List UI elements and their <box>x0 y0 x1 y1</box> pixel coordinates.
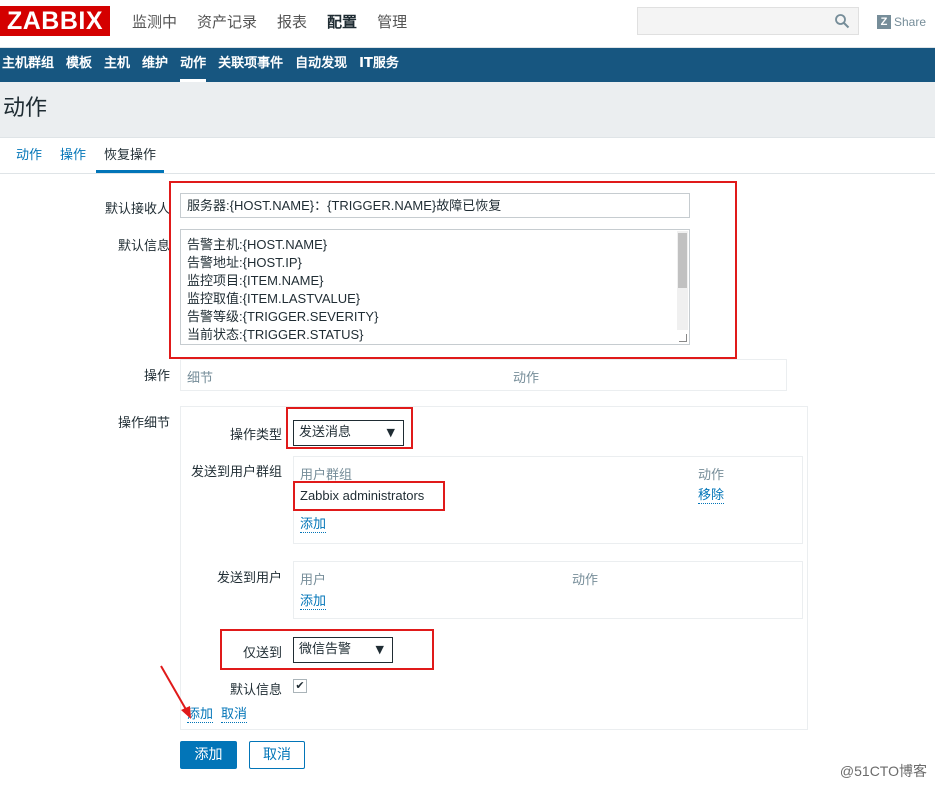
subnav-correlation[interactable]: 关联项事件 <box>218 48 289 82</box>
subnav-host-groups[interactable]: 主机群组 <box>0 48 60 82</box>
operations-label: 操作 <box>143 369 170 384</box>
send-to-users-label: 发送到用户 <box>216 571 282 586</box>
op-type-value: 发送消息 <box>299 425 352 440</box>
users-table: 用户 动作 添加 <box>293 561 803 619</box>
op-details-label: 操作细节 <box>117 416 170 431</box>
menu-configuration[interactable]: 配置 <box>317 0 367 44</box>
menu-reports[interactable]: 报表 <box>267 0 317 44</box>
operations-table: 细节 动作 <box>180 359 787 391</box>
message-line: 当前状态:{TRIGGER.STATUS} <box>187 327 364 342</box>
add-button[interactable]: 添加 <box>180 741 237 769</box>
tab-action[interactable]: 动作 <box>8 138 50 173</box>
subnav-maintenance[interactable]: 维护 <box>142 48 174 82</box>
annotation-arrow-icon <box>160 665 191 719</box>
add-user-link[interactable]: 添加 <box>300 594 327 610</box>
menu-inventory[interactable]: 资产记录 <box>187 0 267 44</box>
message-line: 监控项目:{ITEM.NAME} <box>187 273 324 288</box>
form-panel: 动作 操作 恢复操作 默认接收人 服务器:{HOST.NAME}：{TRIGGE… <box>0 137 935 787</box>
resize-grip-icon[interactable] <box>679 334 687 342</box>
default-message-checkbox[interactable]: ✔ <box>293 679 307 693</box>
message-line: 告警地址:{HOST.IP} <box>187 255 302 270</box>
op-type-select[interactable]: 发送消息 ▼ <box>293 420 404 446</box>
group-name: Zabbix administrators <box>300 488 425 503</box>
message-line: 告警等级:{TRIGGER.SEVERITY} <box>187 309 379 324</box>
tab-operations[interactable]: 操作 <box>52 138 94 173</box>
tab-bar: 动作 操作 恢复操作 <box>0 138 935 174</box>
share-link[interactable]: Z Share <box>877 13 926 31</box>
default-message-label: 默认信息 <box>117 239 170 254</box>
textarea-scrollbar[interactable] <box>677 231 688 330</box>
search-input[interactable] <box>637 7 859 35</box>
main-menu: 监测中 资产记录 报表 配置 管理 <box>122 0 417 44</box>
default-recipient-field[interactable]: 服务器:{HOST.NAME}：{TRIGGER.NAME}故障已恢复 <box>180 193 690 218</box>
message-line: 告警主机:{HOST.NAME} <box>187 237 328 252</box>
subnav-hosts[interactable]: 主机 <box>104 48 136 82</box>
top-header: ZABBIX 监测中 资产记录 报表 配置 管理 Z Share <box>0 0 935 48</box>
remove-group-link[interactable]: 移除 <box>698 488 725 504</box>
share-label: Share <box>894 15 927 29</box>
search-icon[interactable] <box>834 13 850 29</box>
users-col-user: 用户 <box>300 573 327 588</box>
share-icon: Z <box>877 15 891 29</box>
menu-administration[interactable]: 管理 <box>367 0 417 44</box>
add-group-link[interactable]: 添加 <box>300 517 327 533</box>
operations-col-action: 动作 <box>513 371 540 386</box>
cancel-button[interactable]: 取消 <box>249 741 305 769</box>
op-type-label: 操作类型 <box>229 428 282 443</box>
watermark: @51CTO博客 <box>839 763 927 779</box>
subnav-it-services[interactable]: IT服务 <box>359 48 405 82</box>
subnav-discovery[interactable]: 自动发现 <box>295 48 353 82</box>
subnav-templates[interactable]: 模板 <box>66 48 98 82</box>
send-to-groups-label: 发送到用户群组 <box>190 465 282 480</box>
users-col-action: 动作 <box>572 573 599 588</box>
groups-col-group: 用户群组 <box>300 468 353 483</box>
send-only-to-value: 微信告警 <box>299 642 352 657</box>
default-message-field[interactable]: 告警主机:{HOST.NAME} 告警地址:{HOST.IP} 监控项目:{IT… <box>180 229 690 345</box>
scrollbar-thumb[interactable] <box>678 233 687 288</box>
menu-monitoring[interactable]: 监测中 <box>122 0 187 44</box>
subnav-actions[interactable]: 动作 <box>180 48 212 82</box>
send-only-to-select[interactable]: 微信告警 ▼ <box>293 637 393 663</box>
default-recipient-label: 默认接收人 <box>104 202 170 217</box>
operations-col-details: 细节 <box>187 371 214 386</box>
zabbix-logo[interactable]: ZABBIX <box>0 6 110 36</box>
user-groups-table: 用户群组 动作 Zabbix administrators 移除 添加 <box>293 456 803 544</box>
dropdown-arrow-icon: ▼ <box>375 643 384 656</box>
dropdown-arrow-icon: ▼ <box>386 426 395 439</box>
operation-cancel-link[interactable]: 取消 <box>221 707 248 723</box>
message-line: 监控取值:{ITEM.LASTVALUE} <box>187 291 361 306</box>
send-only-to-label: 仅送到 <box>242 646 282 661</box>
page-title: 动作 <box>3 96 48 121</box>
sub-menu: 主机群组 模板 主机 维护 动作 关联项事件 自动发现 IT服务 <box>0 48 935 82</box>
groups-col-action: 动作 <box>698 468 725 483</box>
tab-recovery-operations[interactable]: 恢复操作 <box>96 138 165 173</box>
default-message-check-label: 默认信息 <box>229 683 282 698</box>
